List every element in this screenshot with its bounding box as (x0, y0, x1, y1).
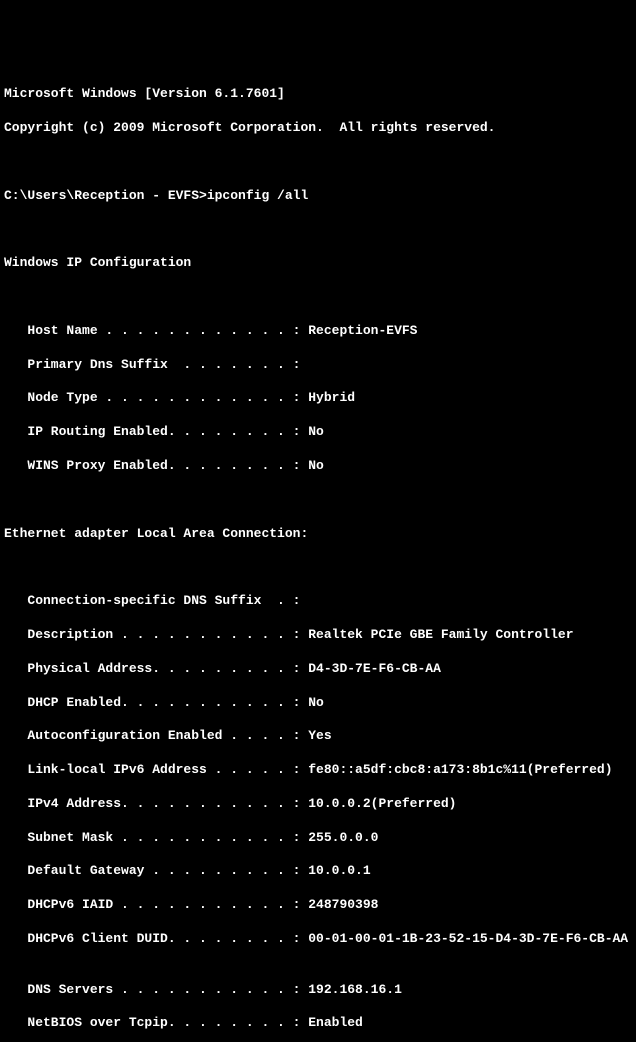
eth-row: DNS Servers . . . . . . . . . . . : 192.… (4, 982, 632, 999)
field-value: No (308, 424, 324, 439)
eth-row: IPv4 Address. . . . . . . . . . . : 10.0… (4, 796, 632, 813)
field-label: DHCPv6 IAID . . . . . . . . . . . : (4, 897, 308, 912)
blank-line (4, 154, 632, 171)
field-value: Hybrid (308, 390, 355, 405)
field-label: Node Type . . . . . . . . . . . . : (4, 390, 308, 405)
field-value: 248790398 (308, 897, 378, 912)
blank-line (4, 222, 632, 239)
eth-row: Connection-specific DNS Suffix . : (4, 593, 632, 610)
field-value: 192.168.16.1 (308, 982, 402, 997)
host-config-row: Node Type . . . . . . . . . . . . : Hybr… (4, 390, 632, 407)
section-title-ipconfig: Windows IP Configuration (4, 255, 632, 272)
field-label: Default Gateway . . . . . . . . . : (4, 863, 308, 878)
field-label: DHCP Enabled. . . . . . . . . . . : (4, 695, 308, 710)
field-value: 255.0.0.0 (308, 830, 378, 845)
field-label: DNS Servers . . . . . . . . . . . : (4, 982, 308, 997)
field-label: IP Routing Enabled. . . . . . . . : (4, 424, 308, 439)
field-value: D4-3D-7E-F6-CB-AA (308, 661, 441, 676)
field-label: Link-local IPv6 Address . . . . . : (4, 762, 308, 777)
field-value: Reception-EVFS (308, 323, 417, 338)
field-label: DHCPv6 Client DUID. . . . . . . . : (4, 931, 308, 946)
eth-row: NetBIOS over Tcpip. . . . . . . . : Enab… (4, 1015, 632, 1032)
field-value: fe80::a5df:cbc8:a173:8b1c%11(Preferred) (308, 762, 612, 777)
blank-line (4, 492, 632, 509)
field-value: Enabled (308, 1015, 363, 1030)
command-prompt: C:\Users\Reception - EVFS>ipconfig /all (4, 188, 632, 205)
field-label: Physical Address. . . . . . . . . : (4, 661, 308, 676)
eth-row: DHCP Enabled. . . . . . . . . . . : No (4, 695, 632, 712)
eth-row: DHCPv6 Client DUID. . . . . . . . : 00-0… (4, 931, 632, 948)
field-value: No (308, 695, 324, 710)
host-config-row: WINS Proxy Enabled. . . . . . . . : No (4, 458, 632, 475)
eth-row: Link-local IPv6 Address . . . . . : fe80… (4, 762, 632, 779)
blank-line (4, 559, 632, 576)
eth-row: DHCPv6 IAID . . . . . . . . . . . : 2487… (4, 897, 632, 914)
header-version: Microsoft Windows [Version 6.1.7601] (4, 86, 632, 103)
field-label: Subnet Mask . . . . . . . . . . . : (4, 830, 308, 845)
field-value: Yes (308, 728, 331, 743)
field-value: Realtek PCIe GBE Family Controller (308, 627, 573, 642)
host-config-row: Host Name . . . . . . . . . . . . : Rece… (4, 323, 632, 340)
eth-row: Default Gateway . . . . . . . . . : 10.0… (4, 863, 632, 880)
eth-row: Description . . . . . . . . . . . : Real… (4, 627, 632, 644)
eth-row: Physical Address. . . . . . . . . : D4-3… (4, 661, 632, 678)
field-label: IPv4 Address. . . . . . . . . . . : (4, 796, 308, 811)
field-label: Autoconfiguration Enabled . . . . : (4, 728, 308, 743)
section-title-ethernet: Ethernet adapter Local Area Connection: (4, 526, 632, 543)
host-config-row: Primary Dns Suffix . . . . . . . : (4, 357, 632, 374)
field-label: Host Name . . . . . . . . . . . . : (4, 323, 308, 338)
field-label: WINS Proxy Enabled. . . . . . . . : (4, 458, 308, 473)
field-value: No (308, 458, 324, 473)
eth-row: Autoconfiguration Enabled . . . . : Yes (4, 728, 632, 745)
header-copyright: Copyright (c) 2009 Microsoft Corporation… (4, 120, 632, 137)
field-value: 00-01-00-01-1B-23-52-15-D4-3D-7E-F6-CB-A… (308, 931, 628, 946)
field-value: 10.0.0.1 (308, 863, 370, 878)
field-label: Primary Dns Suffix . . . . . . . : (4, 357, 300, 372)
terminal-output[interactable]: Microsoft Windows [Version 6.1.7601] Cop… (4, 70, 632, 1042)
field-value: 10.0.0.2(Preferred) (308, 796, 456, 811)
field-label: Description . . . . . . . . . . . : (4, 627, 308, 642)
blank-line (4, 289, 632, 306)
eth-row: Subnet Mask . . . . . . . . . . . : 255.… (4, 830, 632, 847)
host-config-row: IP Routing Enabled. . . . . . . . : No (4, 424, 632, 441)
field-label: Connection-specific DNS Suffix . : (4, 593, 300, 608)
field-label: NetBIOS over Tcpip. . . . . . . . : (4, 1015, 308, 1030)
